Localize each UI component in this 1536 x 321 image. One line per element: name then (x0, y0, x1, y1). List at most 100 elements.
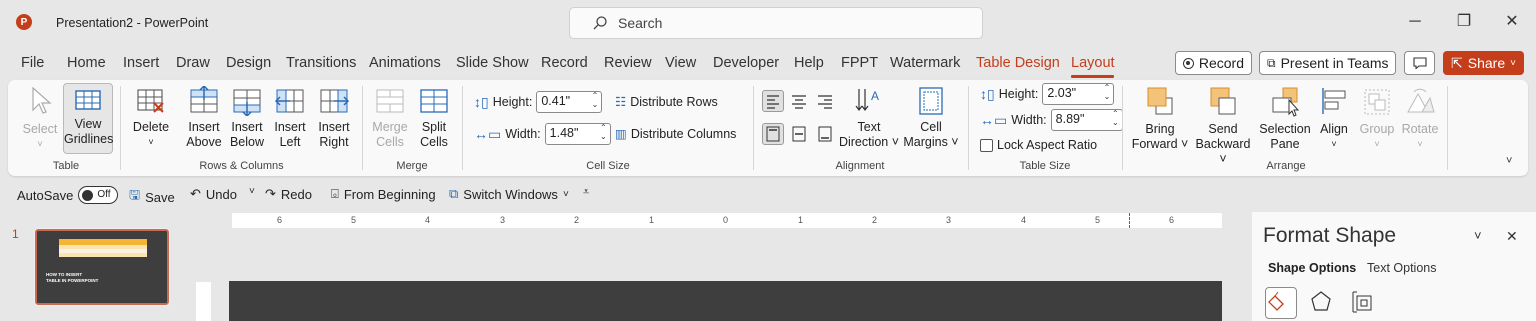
insert-below-label-1: Insert (231, 120, 263, 134)
group-button[interactable]: Group ˅ (1357, 86, 1397, 152)
insert-below-button[interactable]: Insert Below (228, 86, 266, 150)
tab-view[interactable]: View (665, 55, 696, 71)
tab-insert[interactable]: Insert (123, 55, 159, 71)
rotate-icon (1407, 88, 1435, 113)
chevron-down-icon: ˅ (1331, 139, 1337, 149)
collapse-ribbon-chevron-icon[interactable]: ˅ (1506, 155, 1512, 167)
merge-cells-button[interactable]: Merge Cells (370, 86, 410, 150)
cell-margins-label-1: Cell (920, 120, 942, 134)
tab-slide-show[interactable]: Slide Show (456, 55, 529, 71)
tab-fppt[interactable]: FPPT (841, 55, 878, 71)
align-right-button[interactable] (815, 91, 835, 111)
cell-width-input[interactable]: 1.48" (544, 123, 611, 145)
pane-options-chevron-icon[interactable]: ˅ (1474, 228, 1482, 243)
close-pane-icon[interactable]: ✕ (1506, 228, 1518, 245)
group-label-alignment: Alignment (835, 160, 885, 172)
send-backward-button[interactable]: Send Backward ˅ (1191, 86, 1255, 167)
window-title: Presentation2 - PowerPoint (56, 16, 209, 30)
thumb-title: HOW TO INSERT TABLE IN POWERPOINT (46, 272, 99, 283)
undo-button[interactable]: ↶ Undo (190, 186, 237, 202)
cell-width-label: Width: (505, 127, 541, 141)
share-button[interactable]: ⇱ Share ˅ (1443, 51, 1524, 75)
record-label: Record (1198, 55, 1244, 71)
split-cells-icon (420, 89, 448, 113)
comment-icon (1412, 57, 1427, 69)
distribute-rows-button[interactable]: ☷ Distribute Rows (615, 94, 718, 110)
tab-record[interactable]: Record (541, 55, 588, 71)
insert-left-label-2: Left (279, 135, 301, 149)
insert-below-icon (233, 89, 261, 118)
tab-review[interactable]: Review (604, 55, 652, 71)
close-button[interactable]: ✕ (1502, 12, 1522, 32)
slide-thumbnail[interactable]: HOW TO INSERT TABLE IN POWERPOINT (34, 228, 170, 306)
distribute-columns-button[interactable]: ▥ Distribute Columns (615, 126, 736, 142)
tab-table-design[interactable]: Table Design (976, 55, 1060, 71)
bring-forward-button[interactable]: Bring Forward ˅ (1130, 86, 1190, 152)
cell-height-input[interactable]: 0.41" (536, 91, 603, 113)
customize-qat-button[interactable]: ⩡ (583, 186, 589, 199)
insert-above-label-1: Insert (188, 120, 220, 134)
record-button[interactable]: Record (1175, 51, 1252, 75)
autosave-toggle[interactable]: Off (78, 186, 119, 204)
redo-button[interactable]: ↷ Redo (265, 186, 312, 202)
table-width-input[interactable]: 8.89" (1050, 109, 1123, 131)
minimize-button[interactable]: ─ (1405, 12, 1425, 32)
switch-windows-icon: ⧉ (449, 186, 459, 201)
effects-tab[interactable] (1308, 289, 1334, 318)
table-width-label: Width: (1011, 113, 1047, 127)
redo-icon: ↷ (265, 186, 276, 201)
tab-shape-options[interactable]: Shape Options (1268, 261, 1356, 275)
group-label-table: Table (52, 160, 80, 172)
align-top-button[interactable] (762, 123, 784, 145)
size-properties-tab[interactable] (1350, 289, 1376, 318)
align-bottom-button[interactable] (815, 124, 835, 144)
tab-developer[interactable]: Developer (713, 55, 779, 71)
table-height-input[interactable]: 2.03" (1042, 83, 1115, 105)
tab-layout[interactable]: Layout (1071, 55, 1115, 71)
undo-label: Undo (205, 186, 237, 202)
search-box[interactable]: Search (569, 7, 983, 39)
table-width-row: ↔▭ Width: 8.89" (980, 109, 1123, 131)
save-button[interactable]: 🖫 Save (129, 186, 175, 208)
present-in-teams-button[interactable]: ⧉ Present in Teams (1259, 51, 1396, 75)
tab-animations[interactable]: Animations (369, 55, 441, 71)
tab-watermark[interactable]: Watermark (890, 55, 960, 71)
comments-button[interactable] (1404, 51, 1435, 75)
slide-canvas[interactable] (229, 281, 1222, 321)
align-middle-button[interactable] (789, 124, 809, 144)
restore-button[interactable]: ❐ (1454, 12, 1474, 32)
slide-number: 1 (12, 227, 19, 241)
insert-left-button[interactable]: Insert Left (272, 86, 308, 150)
tab-text-options[interactable]: Text Options (1367, 261, 1436, 275)
select-button[interactable]: Select ˅ (20, 86, 60, 152)
align-center-button[interactable] (789, 91, 809, 111)
from-beginning-button[interactable]: ⌻ From Beginning (331, 186, 436, 202)
tab-transitions[interactable]: Transitions (286, 55, 356, 71)
tab-draw[interactable]: Draw (176, 55, 210, 71)
tab-home[interactable]: Home (67, 55, 106, 71)
presentation-icon: ⌻ (331, 186, 339, 201)
share-label: Share (1467, 55, 1506, 71)
svg-text:A: A (871, 89, 879, 103)
delete-button[interactable]: Delete ˅ (129, 86, 173, 150)
table-height-row: ↕▯ Height: 2.03" (980, 83, 1115, 105)
tab-file[interactable]: File (21, 55, 44, 71)
lock-aspect-ratio-checkbox[interactable]: Lock Aspect Ratio (980, 138, 1097, 152)
view-gridlines-button[interactable]: View Gridlines (63, 83, 113, 154)
merge-cells-icon (376, 89, 404, 113)
distribute-rows-label: Distribute Rows (630, 94, 718, 109)
rotate-button[interactable]: Rotate ˅ (1400, 86, 1440, 152)
selection-pane-button[interactable]: Selection Pane (1258, 86, 1312, 152)
insert-right-button[interactable]: Insert Right (316, 86, 352, 150)
undo-dropdown[interactable]: ˅ (249, 186, 255, 197)
align-button[interactable]: Align ˅ (1316, 86, 1352, 152)
text-direction-button[interactable]: A Text Direction ˅ (838, 86, 900, 150)
switch-windows-button[interactable]: ⧉ Switch Windows ˅ (449, 186, 569, 202)
cell-margins-button[interactable]: Cell Margins ˅ (902, 86, 960, 150)
tab-help[interactable]: Help (794, 55, 824, 71)
split-cells-button[interactable]: Split Cells (415, 86, 453, 150)
align-top-left-button[interactable] (762, 90, 784, 112)
tab-design[interactable]: Design (226, 55, 271, 71)
insert-above-button[interactable]: Insert Above (185, 84, 223, 150)
fill-line-tab[interactable] (1265, 287, 1297, 319)
